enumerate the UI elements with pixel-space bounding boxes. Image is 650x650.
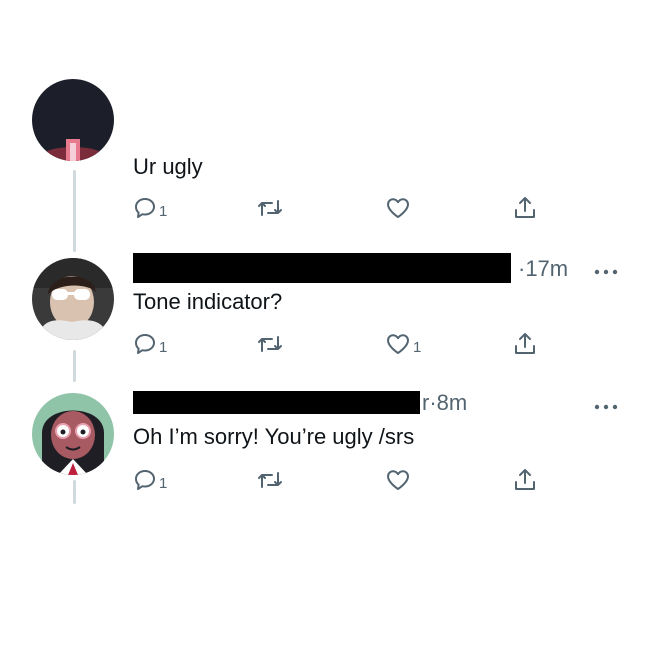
tweet-actions: 1 1 (0, 329, 650, 359)
heart-icon (385, 196, 411, 220)
tweet-text: Tone indicator? (133, 289, 283, 314)
share-button[interactable] (512, 193, 538, 223)
reply-count: 1 (159, 338, 168, 356)
redacted-username (133, 253, 511, 283)
redacted-username (133, 391, 420, 414)
more-dots-icon (594, 404, 618, 410)
reply-button[interactable]: 1 (133, 193, 167, 223)
more-dots-icon (594, 269, 618, 275)
heart-icon (385, 468, 411, 492)
reply-icon (133, 332, 157, 356)
tweet-timestamp: r·8m (422, 390, 468, 415)
like-button[interactable] (385, 193, 411, 223)
tweet-actions: 1 (0, 193, 650, 223)
more-button[interactable] (593, 399, 619, 410)
share-icon (512, 331, 538, 357)
like-count: 1 (413, 338, 422, 356)
share-icon (512, 467, 538, 493)
retweet-button[interactable] (256, 329, 284, 359)
tweet-text: Ur ugly (133, 154, 203, 179)
share-icon (512, 195, 538, 221)
like-button[interactable] (385, 465, 411, 495)
tweet-timestamp: ·17m (518, 256, 569, 281)
avatar[interactable] (32, 258, 114, 340)
retweet-button[interactable] (256, 465, 284, 495)
share-button[interactable] (512, 465, 538, 495)
like-button[interactable]: 1 (385, 329, 421, 359)
tweet-text: Oh I’m sorry! You’re ugly /srs (133, 424, 415, 449)
share-button[interactable] (512, 329, 538, 359)
retweet-button[interactable] (256, 193, 284, 223)
avatar[interactable] (32, 393, 114, 475)
reply-count: 1 (159, 474, 168, 492)
heart-icon (385, 332, 411, 356)
more-button[interactable] (593, 264, 619, 275)
reply-icon (133, 468, 157, 492)
tweet-actions: 1 (0, 465, 650, 495)
retweet-icon (256, 332, 284, 356)
reply-icon (133, 196, 157, 220)
reply-button[interactable]: 1 (133, 465, 167, 495)
avatar[interactable] (32, 79, 114, 161)
reply-button[interactable]: 1 (133, 329, 167, 359)
reply-count: 1 (159, 202, 168, 220)
retweet-icon (256, 196, 284, 220)
retweet-icon (256, 468, 284, 492)
